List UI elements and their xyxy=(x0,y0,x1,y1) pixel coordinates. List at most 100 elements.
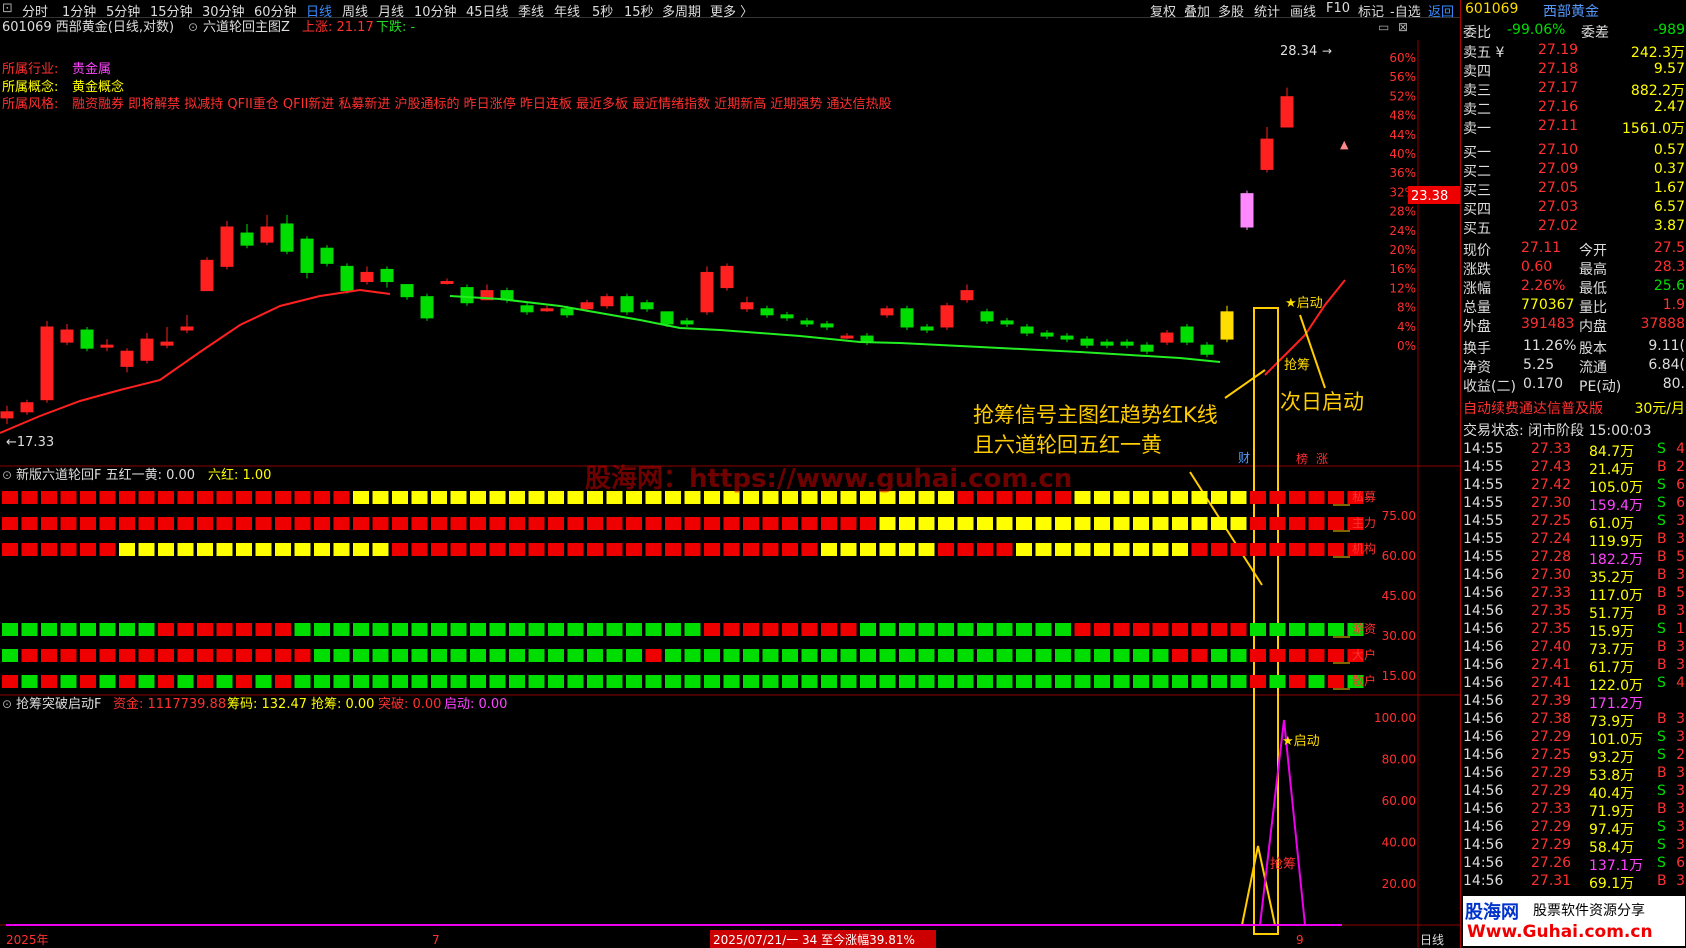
tab-multi[interactable]: 多周期 xyxy=(662,1,701,20)
arrow-icon: → xyxy=(1322,44,1332,58)
tool-zixuan[interactable]: -自选 xyxy=(1390,1,1421,20)
tick-side: B xyxy=(1657,549,1667,565)
grid-cell xyxy=(938,649,954,662)
tick-side: B xyxy=(1657,585,1667,601)
axis-mid: 7 xyxy=(432,933,440,947)
bid-label: 买一 xyxy=(1463,145,1491,161)
tick-time: 14:56 xyxy=(1463,567,1504,583)
grid-cell xyxy=(1055,623,1071,636)
tab-1min[interactable]: 1分钟 xyxy=(62,1,96,20)
grid-cell xyxy=(236,649,252,662)
tab-fenshi[interactable]: 分时 xyxy=(22,1,48,20)
grid-cell xyxy=(704,675,720,688)
tab-10min[interactable]: 10分钟 xyxy=(414,1,457,20)
tab-monthly[interactable]: 月线 xyxy=(378,1,404,20)
tick-count: 5 xyxy=(1676,585,1685,601)
candle-body xyxy=(740,302,754,310)
grid-cell xyxy=(1113,543,1130,556)
tab-60min[interactable]: 60分钟 xyxy=(254,1,297,20)
tool-f10[interactable]: F10 xyxy=(1326,1,1350,16)
grid-cell xyxy=(645,623,662,636)
tick-row: 14:55 27.24 119.9万 B 3 xyxy=(1461,531,1686,550)
tick-time: 14:56 xyxy=(1463,603,1504,619)
tab-45day[interactable]: 45日线 xyxy=(466,1,509,20)
tab-5sec[interactable]: 5秒 xyxy=(592,1,613,20)
bid-vol: 0.37 xyxy=(1653,161,1685,177)
tool-diejia[interactable]: 叠加 xyxy=(1184,1,1210,20)
grid-cell xyxy=(665,623,681,636)
tick-row: 14:56 27.35 51.7万 B 3 xyxy=(1461,603,1686,622)
tick-vol: 117.0万 xyxy=(1589,588,1644,604)
grid-y-tick: 45.00 xyxy=(1382,589,1416,603)
tab-year[interactable]: 年线 xyxy=(554,1,580,20)
tab-5min[interactable]: 5分钟 xyxy=(106,1,140,20)
candle-body xyxy=(100,344,114,348)
menu-icon[interactable]: ⊡ xyxy=(2,1,13,16)
bottom-grab: 抢筹: 0.00 xyxy=(311,696,374,712)
grid-cell xyxy=(177,491,194,504)
grid-cell xyxy=(1191,491,1208,504)
tool-huaxian[interactable]: 画线 xyxy=(1290,1,1316,20)
tick-side: B xyxy=(1657,801,1667,817)
ask-price: 27.19 xyxy=(1538,42,1579,58)
tick-vol: 73.9万 xyxy=(1589,714,1635,730)
tick-side: S xyxy=(1657,513,1666,529)
tool-fanhui[interactable]: 返回 xyxy=(1428,1,1454,20)
tick-vol: 15.9万 xyxy=(1589,624,1635,640)
ask-vol: 1561.0万 xyxy=(1622,121,1685,137)
grid-cell xyxy=(1328,491,1344,504)
grid-cell xyxy=(723,623,740,636)
tick-row: 14:56 27.29 40.4万 S 3 xyxy=(1461,783,1686,802)
start-signal-line xyxy=(1259,719,1306,926)
grid-cell xyxy=(1094,517,1110,530)
quote-sidebar: 601069 西部黄金 委比 -99.06% 委差 -989 卖五 ¥ 27.19 242.3万… xyxy=(1460,0,1686,948)
grid-cell xyxy=(1269,543,1286,556)
grid-cell xyxy=(489,517,506,530)
tool-tongji[interactable]: 统计 xyxy=(1254,1,1280,20)
tick-count: 3 xyxy=(1676,639,1685,655)
axis-year: 2025年 xyxy=(6,933,49,947)
ask-row: 卖一 27.11 1561.0万 xyxy=(1461,118,1686,137)
tick-side: B xyxy=(1657,765,1667,781)
tick-price: 27.35 xyxy=(1531,621,1572,637)
quote-label: 外盘 xyxy=(1463,319,1491,335)
grid-cell xyxy=(1035,649,1052,662)
grid-cell xyxy=(782,517,798,530)
candle-body xyxy=(1040,332,1054,337)
grid-cell xyxy=(1172,543,1188,556)
tab-weekly[interactable]: 周线 xyxy=(342,1,368,20)
tick-count: 4 xyxy=(1676,675,1685,691)
grid-cell xyxy=(743,543,759,556)
trend-line-red xyxy=(0,288,391,434)
grid-cell xyxy=(372,543,389,556)
grid-cell xyxy=(1016,675,1032,688)
tab-daily[interactable]: 日线 xyxy=(306,1,332,20)
grid-cell xyxy=(1074,675,1091,688)
tool-fuquan[interactable]: 复权 xyxy=(1150,1,1176,20)
tool-duogu[interactable]: 多股 xyxy=(1218,1,1244,20)
candle-body xyxy=(840,335,854,339)
grid-cell xyxy=(21,649,38,662)
tab-more[interactable]: 更多 〉 xyxy=(710,1,753,20)
grid-cell xyxy=(21,675,38,688)
quote-value: 2.26% xyxy=(1521,278,1566,294)
grid-cell xyxy=(1172,491,1188,504)
grid-cell xyxy=(899,517,915,530)
quote-label: 最低 xyxy=(1579,281,1607,297)
tab-30min[interactable]: 30分钟 xyxy=(202,1,245,20)
grid-cell xyxy=(431,649,447,662)
tab-quarter[interactable]: 季线 xyxy=(518,1,544,20)
grid-cell xyxy=(119,543,135,556)
tool-biaoji[interactable]: 标记 xyxy=(1358,1,1384,20)
ask-price: 27.11 xyxy=(1538,118,1579,134)
grid-cell xyxy=(1055,517,1071,530)
grid-cell xyxy=(138,649,155,662)
grid-cell xyxy=(99,517,116,530)
tab-15sec[interactable]: 15秒 xyxy=(624,1,654,20)
tick-side: S xyxy=(1657,855,1666,871)
tab-15min[interactable]: 15分钟 xyxy=(150,1,193,20)
quote-label: 总量 xyxy=(1463,300,1491,316)
grid-cell xyxy=(996,623,1013,636)
tick-count: 3 xyxy=(1676,873,1685,889)
tick-time: 14:56 xyxy=(1463,819,1504,835)
